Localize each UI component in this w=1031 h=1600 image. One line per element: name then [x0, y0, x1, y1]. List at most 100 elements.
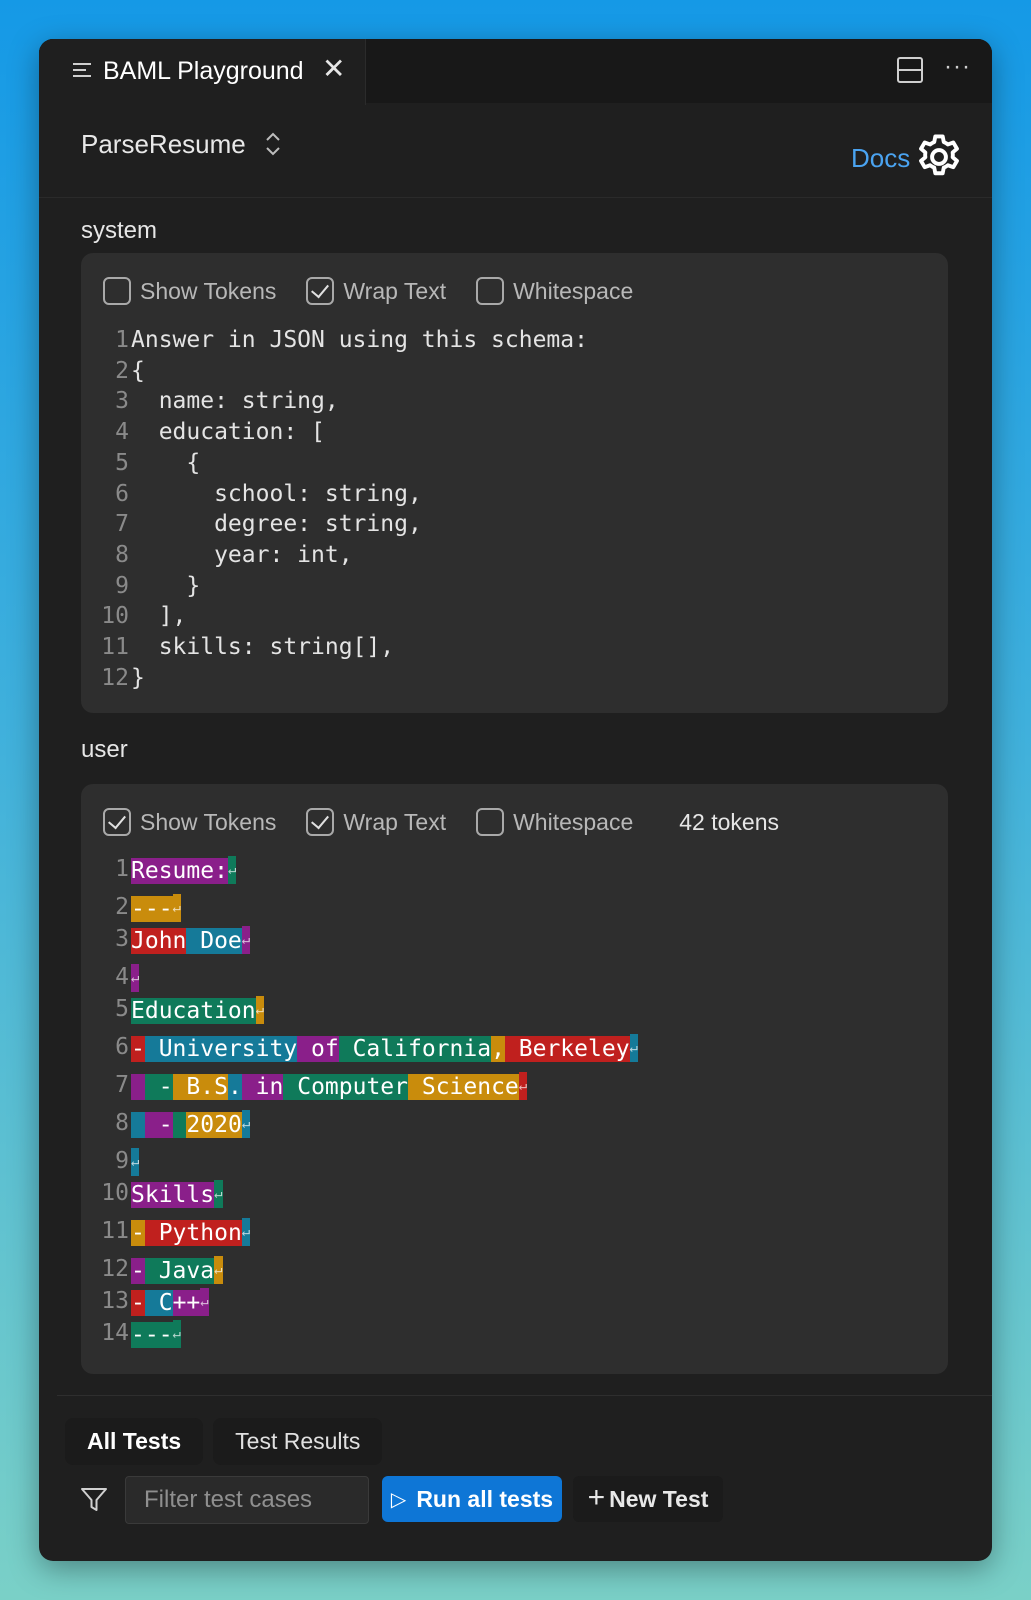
new-test-label: New Test [609, 1485, 709, 1512]
code-text: degree: string, [131, 511, 422, 538]
line-number: 3 [115, 388, 129, 415]
user-show-tokens-toggle[interactable]: Show Tokens [103, 808, 276, 836]
user-prompt-tokens: 1 Resume: ↵ 2 --- ↵ 3 John Doe ↵ 4 ↵ 5 Education ↵ 6- … [95, 856, 638, 1358]
token-line: 6- University of California, Berkeley ↵ [95, 1034, 638, 1072]
gear-icon[interactable] [913, 131, 965, 183]
whitespace-checkbox[interactable] [476, 277, 505, 305]
line-number: 4 [115, 964, 129, 990]
user-whitespace-toggle[interactable]: Whitespace [476, 808, 633, 836]
function-selector[interactable]: ParseResume [81, 129, 246, 160]
token: in [241, 1074, 284, 1100]
filter-icon [81, 1488, 107, 1511]
code-text: } [131, 572, 201, 599]
line-number: 1 [115, 856, 129, 882]
token: Doe [186, 928, 242, 954]
line-number: 8 [115, 541, 129, 568]
system-options: Show Tokens Wrap Text Whitespace [103, 275, 663, 307]
system-prompt-code: 1 Answer in JSON using this schema: 2{3 na… [95, 325, 588, 693]
line-number: 2 [115, 894, 129, 920]
token: . [227, 1074, 242, 1100]
newline-token: ↵ [518, 1072, 528, 1100]
run-all-tests-button[interactable]: ▷ Run all tests [382, 1476, 562, 1522]
line-number: 5 [115, 996, 129, 1022]
tab-title: BAML Playground [103, 57, 304, 85]
newline-token: ↵ [200, 1288, 209, 1316]
code-text: ], [131, 603, 187, 630]
tests-panel: All Tests Test Results ▷ Run all tests +… [57, 1395, 992, 1561]
user-wrap-text-toggle[interactable]: Wrap Text [306, 808, 446, 836]
whitespace-checkbox[interactable] [476, 808, 505, 836]
system-wrap-text-toggle[interactable]: Wrap Text [306, 277, 446, 305]
code-text: } [131, 664, 145, 691]
wrap-text-checkbox[interactable] [306, 277, 335, 305]
token-line: 9 ↵ [95, 1148, 638, 1180]
token: .S [200, 1074, 228, 1100]
preview-list-icon [73, 63, 91, 79]
line-number: 10 [101, 1180, 129, 1206]
token: C [144, 1290, 173, 1316]
tests-tabs: All Tests Test Results [65, 1418, 392, 1465]
newline-token: ↵ [214, 1256, 223, 1284]
token: , [491, 1036, 505, 1062]
token: John [131, 928, 187, 954]
token: - [131, 1290, 145, 1316]
chevron-updown-icon[interactable] [263, 129, 283, 159]
wrap-text-label: Wrap Text [343, 808, 447, 835]
filter-test-cases-input[interactable] [125, 1476, 369, 1524]
line-number: 4 [115, 419, 129, 446]
code-text: { [131, 449, 201, 476]
token: Science [408, 1074, 519, 1100]
token: Java [144, 1258, 215, 1284]
docs-link[interactable]: Docs [851, 143, 910, 174]
user-options: Show Tokens Wrap Text Whitespace 42 toke… [103, 806, 779, 838]
token: Berkeley [504, 1036, 630, 1062]
function-header: ParseResume Docs [39, 103, 992, 198]
token: Resume: [131, 858, 228, 884]
line-number: 7 [115, 1072, 129, 1098]
close-icon[interactable]: ✕ [322, 55, 345, 83]
system-label: system [81, 217, 158, 244]
code-line: 9 } [95, 571, 588, 602]
line-number: 11 [101, 1218, 129, 1244]
token: - [144, 1074, 173, 1100]
token-line: 8 - 2020 ↵ [95, 1110, 638, 1148]
newline-token: ↵ [241, 1110, 251, 1138]
split-editor-icon[interactable] [897, 57, 923, 83]
new-test-button[interactable]: + New Test [573, 1476, 723, 1522]
show-tokens-label: Show Tokens [140, 808, 277, 835]
whitespace-label: Whitespace [513, 808, 634, 835]
line-number: 5 [115, 449, 129, 476]
system-show-tokens-toggle[interactable]: Show Tokens [103, 277, 276, 305]
line-number: 3 [115, 926, 129, 952]
token: - [131, 1258, 145, 1284]
line-number: 1 [115, 327, 129, 353]
token-line: 3 John Doe ↵ [95, 926, 638, 964]
newline-token: ↵ [241, 926, 251, 954]
code-line: 1 Answer in JSON using this schema: [95, 325, 588, 356]
code-line: 11 skills: string[], [95, 632, 588, 663]
tab-baml-playground[interactable]: BAML Playground ✕ [39, 39, 366, 105]
code-text: school: string, [131, 480, 422, 507]
play-icon: ▷ [390, 1488, 407, 1511]
code-line: 6 school: string, [95, 479, 588, 510]
tab-test-results[interactable]: Test Results [213, 1418, 383, 1465]
more-actions-icon[interactable]: ··· [944, 53, 971, 81]
token: - [144, 1112, 173, 1138]
code-line: 5 { [95, 448, 588, 479]
system-whitespace-toggle[interactable]: Whitespace [476, 277, 633, 305]
playground-window: BAML Playground ✕ ··· ParseResume Docs s… [39, 39, 992, 1561]
show-tokens-checkbox[interactable] [103, 277, 131, 305]
token: 2020 [186, 1112, 242, 1138]
plus-icon: + [587, 1480, 606, 1514]
token-line: 14 --- ↵ [95, 1320, 638, 1358]
show-tokens-checkbox[interactable] [103, 808, 131, 836]
tab-all-tests[interactable]: All Tests [65, 1418, 204, 1465]
wrap-text-checkbox[interactable] [306, 808, 335, 836]
newline-token: ↵ [131, 964, 140, 992]
token-line: 5 Education ↵ [95, 996, 638, 1034]
code-line: 3 name: string, [95, 386, 588, 417]
code-line: 12} [95, 663, 588, 694]
token: - [131, 1220, 145, 1246]
token: Python [144, 1220, 242, 1246]
code-text: { [131, 357, 145, 384]
